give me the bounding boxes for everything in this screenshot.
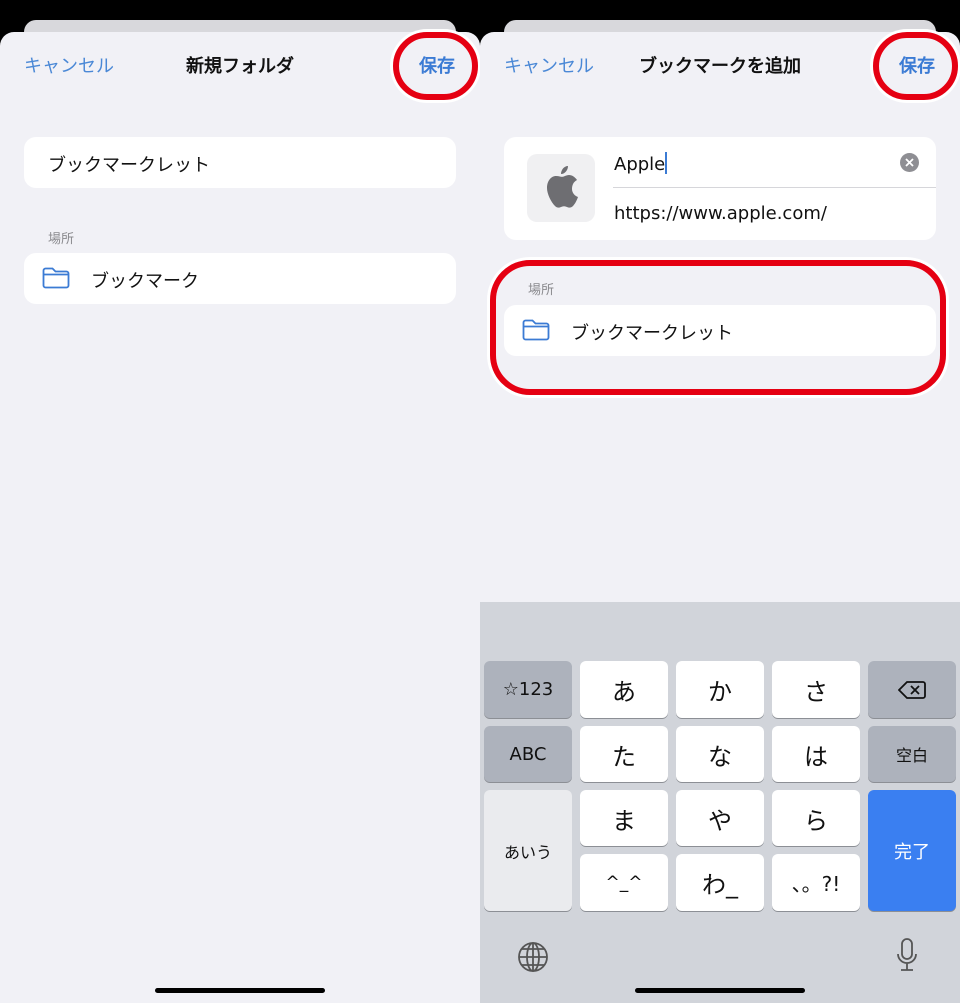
- key-ma[interactable]: ま: [580, 790, 668, 846]
- globe-icon[interactable]: [517, 941, 549, 973]
- key-punctuation[interactable]: 、。?!: [772, 854, 860, 911]
- save-button[interactable]: 保存: [419, 52, 455, 78]
- key-emoticon[interactable]: ^_^: [580, 854, 668, 911]
- home-indicator: [635, 988, 805, 993]
- title-field[interactable]: Apple: [614, 152, 668, 175]
- key-ka[interactable]: か: [676, 661, 764, 718]
- folder-name-value: ブックマークレット: [48, 155, 210, 176]
- location-row[interactable]: ブックマーク: [24, 253, 456, 304]
- location-value: ブックマーク: [91, 271, 199, 292]
- save-button[interactable]: 保存: [899, 52, 935, 78]
- url-field[interactable]: https://www.apple.com/: [614, 203, 827, 224]
- key-space[interactable]: 空白: [868, 726, 956, 782]
- folder-name-field[interactable]: ブックマークレット: [24, 137, 456, 188]
- key-kana[interactable]: あいう: [484, 790, 572, 911]
- done-key[interactable]: 完了: [868, 790, 956, 911]
- location-row[interactable]: ブックマークレット: [504, 305, 936, 356]
- cancel-button[interactable]: キャンセル: [504, 52, 594, 78]
- page-title: ブックマークを追加: [639, 56, 801, 77]
- cancel-button[interactable]: キャンセル: [24, 52, 114, 78]
- location-label: 場所: [48, 232, 75, 247]
- divider: [613, 187, 936, 188]
- key-sa[interactable]: さ: [772, 661, 860, 718]
- bookmark-card: Apple https://www.apple.com/: [504, 137, 936, 240]
- clear-text-icon[interactable]: [900, 153, 919, 172]
- key-ta[interactable]: た: [580, 726, 668, 782]
- key-a[interactable]: あ: [580, 661, 668, 718]
- favicon: [527, 154, 595, 222]
- title-value: Apple: [614, 154, 666, 175]
- home-indicator: [155, 988, 325, 993]
- key-wa[interactable]: わ_: [676, 854, 764, 911]
- key-abc[interactable]: ABC: [484, 726, 572, 782]
- text-cursor: [665, 152, 668, 174]
- key-ha[interactable]: は: [772, 726, 860, 782]
- location-label: 場所: [528, 283, 555, 298]
- microphone-icon[interactable]: [895, 937, 919, 973]
- folder-icon: [42, 267, 70, 289]
- folder-icon: [522, 319, 550, 341]
- backspace-icon: [898, 680, 926, 699]
- key-ra[interactable]: ら: [772, 790, 860, 846]
- location-value: ブックマークレット: [571, 323, 733, 344]
- key-na[interactable]: な: [676, 726, 764, 782]
- key-symbols[interactable]: ☆123: [484, 661, 572, 718]
- page-title: 新規フォルダ: [186, 56, 294, 77]
- delete-key[interactable]: [868, 661, 956, 718]
- apple-logo-icon: [547, 166, 578, 208]
- key-ya[interactable]: や: [676, 790, 764, 846]
